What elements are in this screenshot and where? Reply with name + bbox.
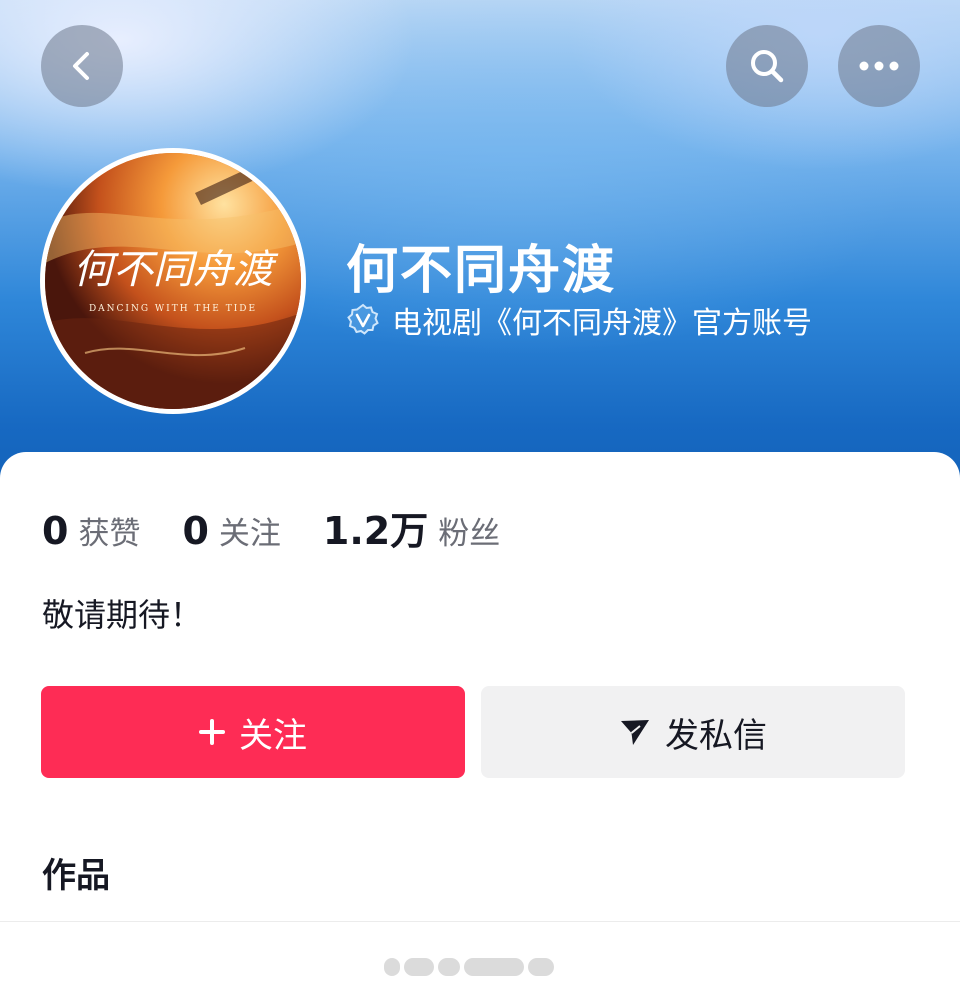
stat-value: 1.2万 [322,509,429,553]
stat-likes[interactable]: 0 获赞 [42,508,140,553]
send-message-label: 发私信 [665,715,767,756]
plus-icon [199,719,225,745]
follow-button-label: 关注 [239,715,307,756]
bio-text: 敬请期待！ [42,596,203,634]
more-button[interactable] [838,25,920,107]
stat-value: 0 [42,509,69,553]
send-icon [621,720,649,745]
avatar-poster-image: 何不同舟渡 DANCING WITH THE TIDE [45,153,301,409]
stat-label: 获赞 [78,516,141,552]
follow-button[interactable]: 关注 [41,686,465,778]
send-message-button[interactable]: 发私信 [481,686,905,778]
verified-badge-icon [347,303,379,335]
account-name: 何不同舟渡 [346,241,617,301]
verification-text: 电视剧《何不同舟渡》官方账号 [392,306,812,341]
stats-row: 0 获赞 0 关注 1.2万 粉丝 [42,500,542,553]
stat-value: 0 [182,509,209,553]
verification-row: 电视剧《何不同舟渡》官方账号 [346,300,812,341]
search-button[interactable] [726,25,808,107]
watermark [384,955,584,979]
stat-label: 关注 [218,516,281,552]
avatar[interactable]: 何不同舟渡 DANCING WITH THE TIDE [40,148,306,414]
avatar-english-subtitle: DANCING WITH THE TIDE [89,304,257,314]
chevron-left-icon [73,52,89,80]
back-button[interactable] [41,25,123,107]
stat-followers[interactable]: 1.2万 粉丝 [323,500,500,555]
avatar-calligraphy-title: 何不同舟渡 [73,247,279,293]
stat-label: 粉丝 [438,516,501,552]
more-horizontal-icon [859,61,899,71]
tab-works[interactable]: 作品 [42,848,110,897]
stat-following[interactable]: 0 关注 [182,508,280,553]
search-icon [751,50,784,83]
section-divider [0,921,960,922]
